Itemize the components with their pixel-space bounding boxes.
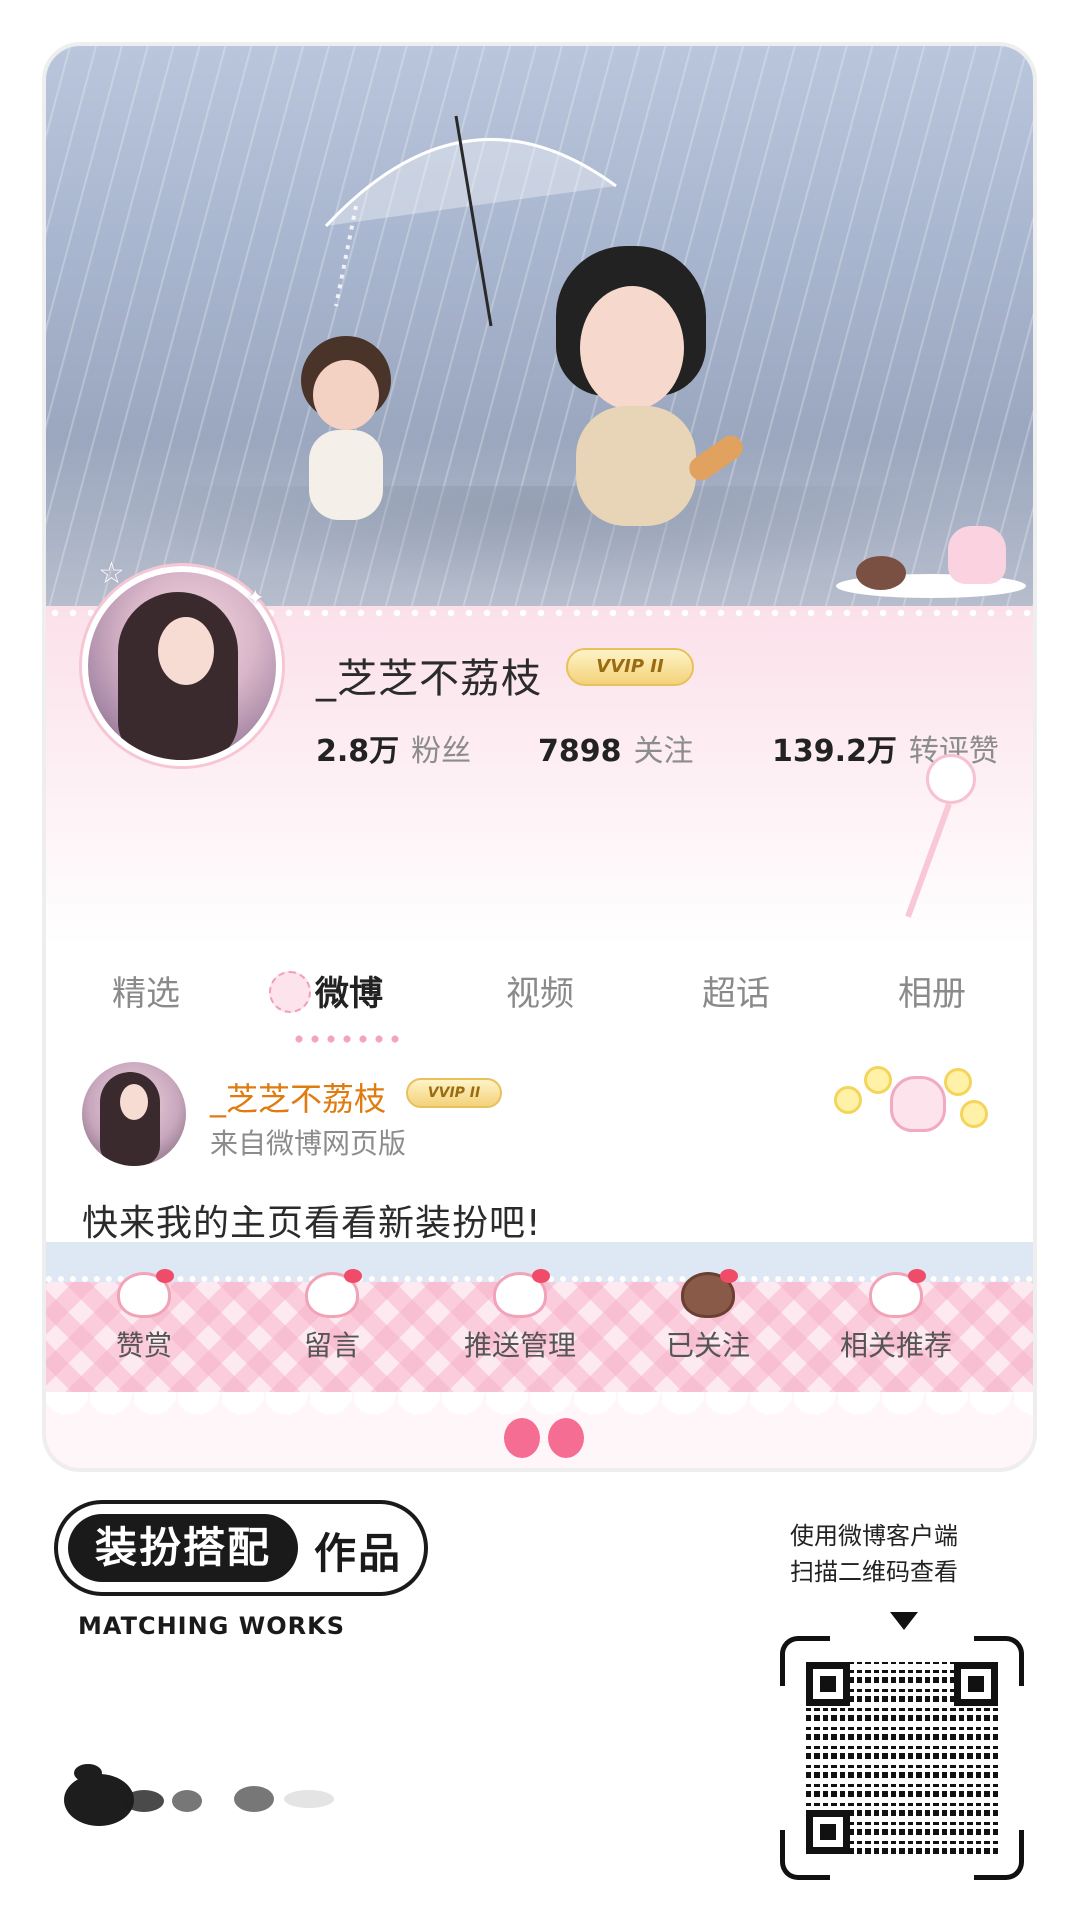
post-text[interactable]: 快来我的主页看看新装扮吧! — [82, 1194, 541, 1246]
hello-kitty-icon — [869, 1269, 926, 1318]
post-vip-badge[interactable]: VVIP II — [406, 1078, 502, 1108]
qr-finder — [806, 1810, 850, 1854]
cake-decoration — [836, 526, 1026, 606]
stat-value: 139.2万 — [772, 734, 897, 769]
star-icon: ✦ — [246, 586, 265, 611]
matching-works-badge: 装扮搭配 作品 — [54, 1500, 428, 1596]
arrow-down-icon — [890, 1612, 918, 1630]
active-tab-indicator — [291, 1034, 401, 1044]
signature-image — [64, 1760, 344, 1840]
profile-card: ☆ ✦ _芝芝不荔枝 VVIP II 2.8万 粉丝 7898 关注 139.2万转… — [46, 46, 1033, 1468]
action-label: 推送管理 — [463, 1329, 576, 1362]
tab-video[interactable]: 视频 — [460, 966, 620, 1015]
action-tip-button[interactable]: 赞赏 — [54, 1269, 234, 1364]
stat-value: 7898 — [538, 734, 622, 769]
girl-figure — [536, 246, 748, 546]
profile-banner-image — [46, 46, 1033, 606]
qr-hint: 使用微博客户端 扫描二维码查看 — [790, 1518, 1030, 1590]
action-message-button[interactable]: 留言 — [242, 1269, 422, 1364]
donut-icon — [681, 1269, 738, 1318]
lollipop-decoration — [905, 754, 976, 934]
action-recommend-button[interactable]: 相关推荐 — [806, 1269, 986, 1364]
action-label: 赞赏 — [115, 1329, 172, 1362]
tab-featured[interactable]: 精选 — [66, 966, 226, 1015]
action-push-settings-button[interactable]: 推送管理 — [430, 1269, 610, 1364]
qr-finder — [806, 1662, 850, 1706]
action-label: 相关推荐 — [839, 1329, 952, 1362]
tab-weibo[interactable]: 微博 — [246, 966, 406, 1017]
avatar-face — [120, 1084, 148, 1120]
stat-label: 粉丝 — [411, 734, 472, 769]
qr-hint-line: 扫描二维码查看 — [790, 1558, 958, 1586]
tab-label: 视频 — [506, 974, 574, 1014]
flower-decoration-icon — [834, 1056, 994, 1146]
avatar-face — [158, 617, 214, 685]
tab-supertopic[interactable]: 超话 — [656, 966, 816, 1015]
hello-kitty-icon — [269, 970, 311, 1013]
tab-label: 超话 — [702, 974, 770, 1014]
action-following-button[interactable]: 已关注 — [618, 1269, 798, 1364]
profile-username: _芝芝不荔枝 — [316, 656, 542, 702]
badge-subtitle: MATCHING WORKS — [78, 1612, 345, 1640]
hello-kitty-icon — [117, 1269, 174, 1318]
post-author-name[interactable]: _芝芝不荔枝 — [210, 1074, 386, 1120]
hello-kitty-icon — [493, 1269, 550, 1318]
profile-tabs: 精选 微博 视频 超话 相册 — [46, 946, 1033, 1036]
stat-label: 关注 — [633, 734, 694, 769]
vip-badge[interactable]: VVIP II — [566, 648, 694, 686]
qr-finder — [954, 1662, 998, 1706]
stat-following[interactable]: 7898 关注 — [538, 726, 694, 770]
tab-label: 精选 — [112, 974, 180, 1014]
post-author-avatar[interactable] — [82, 1062, 186, 1166]
badge-suffix-text: 作品 — [314, 1529, 403, 1578]
tab-album[interactable]: 相册 — [852, 966, 1012, 1015]
stat-fans[interactable]: 2.8万 粉丝 — [316, 726, 471, 770]
action-label: 已关注 — [665, 1329, 750, 1362]
qr-hint-line: 使用微博客户端 — [790, 1522, 958, 1550]
tab-label: 相册 — [898, 974, 966, 1014]
profile-stats: 2.8万 粉丝 7898 关注 139.2万 转评赞 — [316, 726, 1016, 776]
action-label: 留言 — [303, 1329, 360, 1362]
post-source: 来自微博网页版 — [210, 1127, 407, 1160]
badge-main-text: 装扮搭配 — [68, 1514, 298, 1582]
stat-value: 2.8万 — [316, 734, 400, 769]
boy-figure — [291, 336, 401, 536]
hello-kitty-icon — [305, 1269, 362, 1318]
qr-code[interactable] — [780, 1636, 1024, 1880]
star-icon: ☆ — [98, 556, 125, 591]
bow-icon — [504, 1410, 584, 1466]
tab-label: 微博 — [315, 974, 383, 1014]
